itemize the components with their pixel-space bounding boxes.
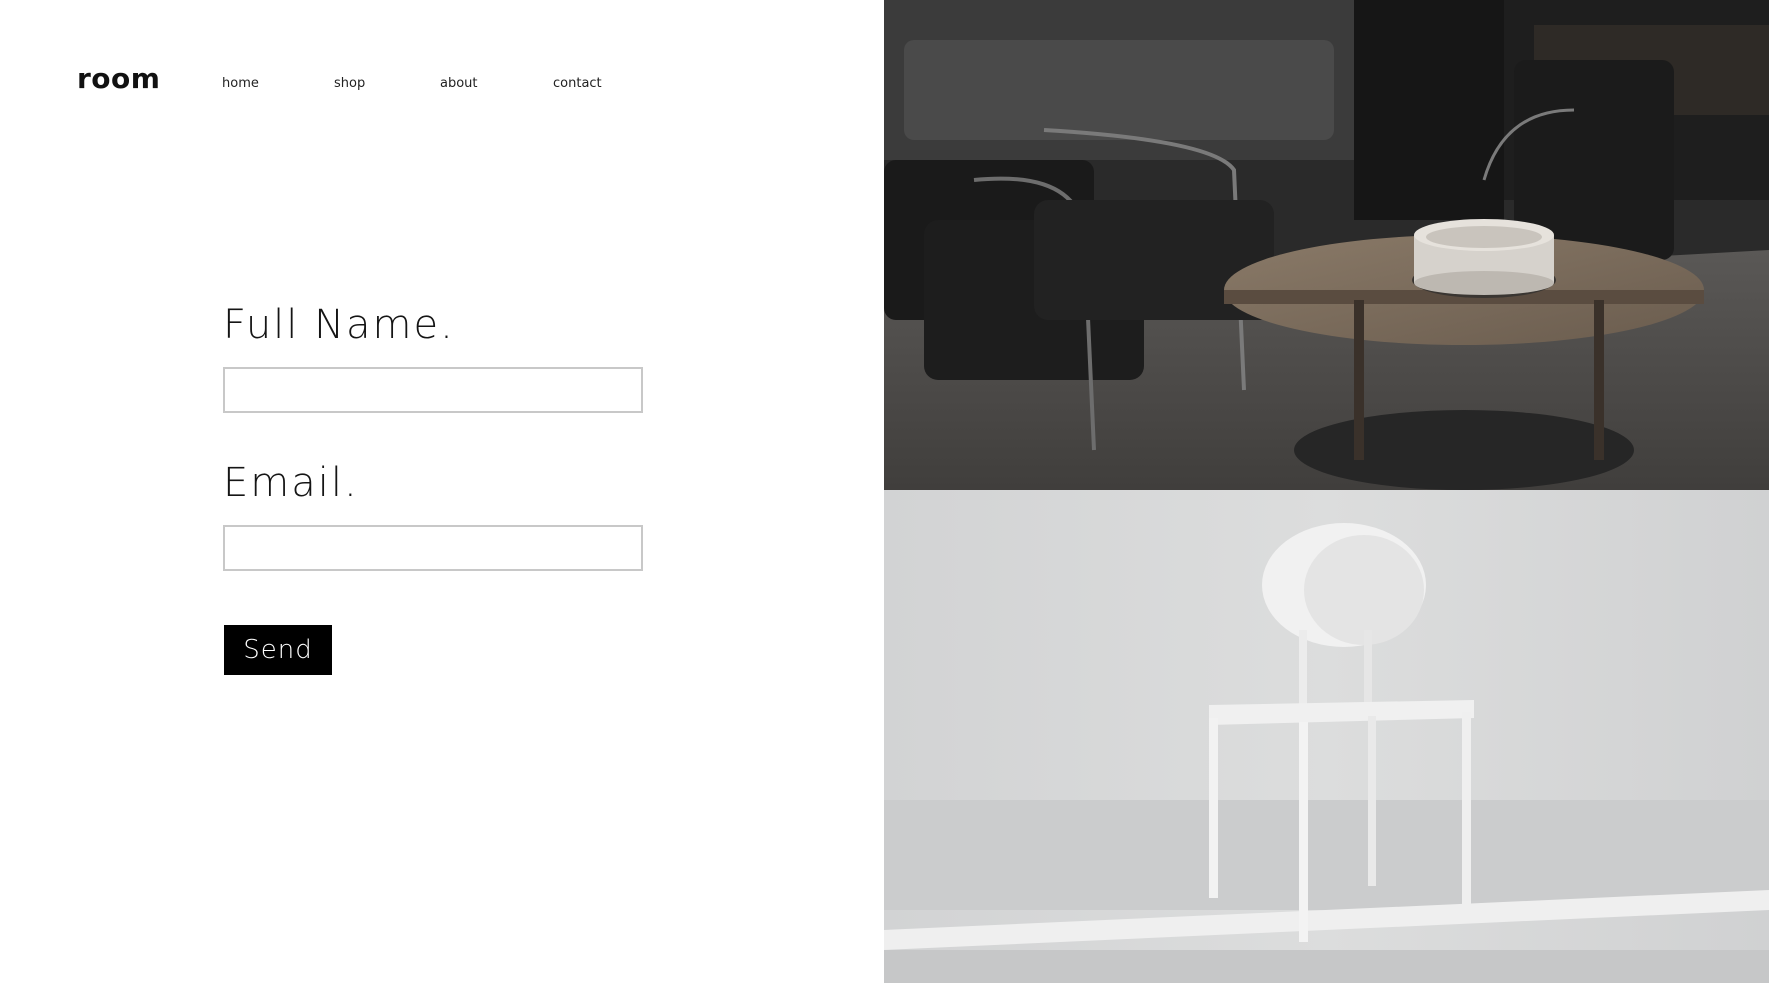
brand-logo[interactable]: room (77, 62, 160, 95)
lounge-photo-image (884, 0, 1769, 490)
full-name-label: Full Name. (223, 302, 455, 348)
nav-link-shop[interactable]: shop (334, 76, 365, 91)
chair-photo-image (884, 490, 1769, 983)
nav-link-about[interactable]: about (440, 76, 478, 91)
email-label: Email. (223, 460, 359, 506)
email-input[interactable] (223, 525, 643, 571)
contact-page: room home shop about contact Full Name. … (0, 0, 1769, 983)
chair-photo (884, 490, 1769, 983)
full-name-input[interactable] (223, 367, 643, 413)
send-button[interactable]: Send (224, 625, 332, 675)
contact-panel: room home shop about contact Full Name. … (0, 0, 884, 983)
nav-link-contact[interactable]: contact (553, 76, 602, 91)
nav-link-home[interactable]: home (222, 76, 259, 91)
image-panel (884, 0, 1769, 983)
lounge-photo (884, 0, 1769, 490)
